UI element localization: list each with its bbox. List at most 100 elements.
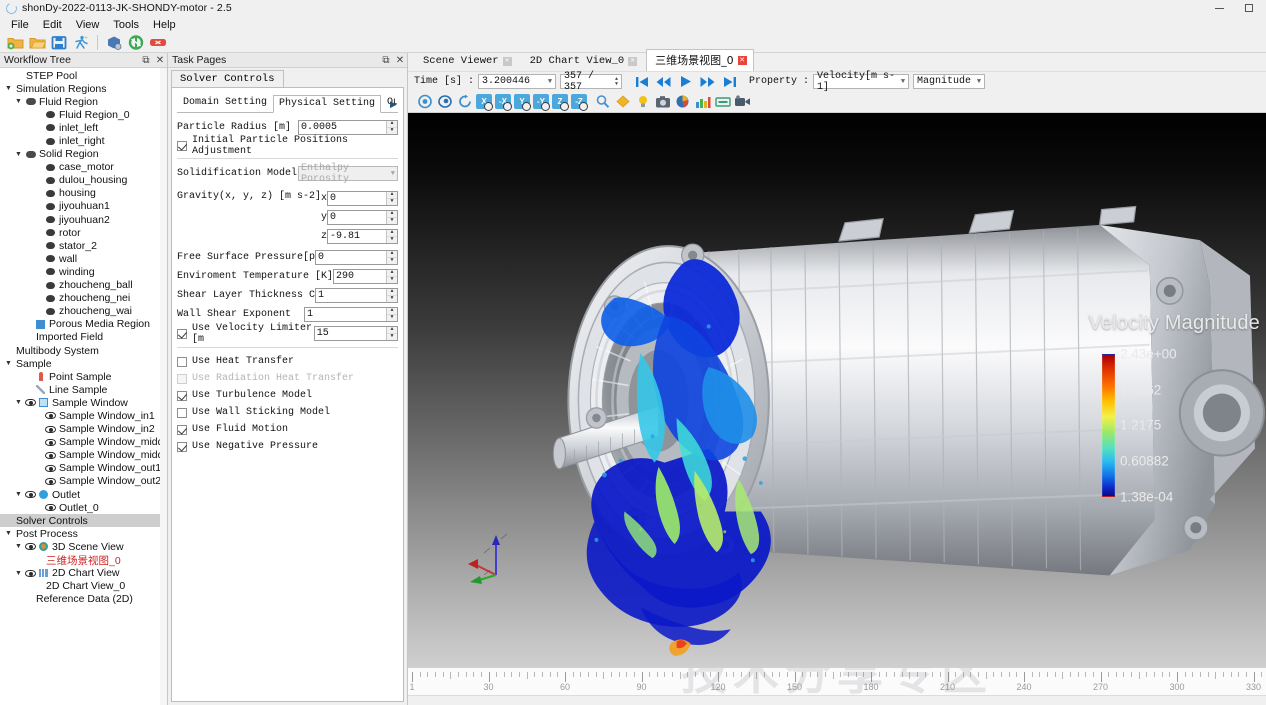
gravity-x-stepper[interactable]: ▲▼ bbox=[327, 191, 398, 206]
horizontal-ruler[interactable]: 1 30 60 90 120 150 180 210 240 270 300 330 技术分享专区 bbox=[408, 667, 1266, 695]
open-project-icon[interactable] bbox=[27, 34, 47, 52]
workflow-tree-float-icon[interactable]: ⧉ bbox=[139, 55, 153, 66]
tree-item-stator-2[interactable]: stator_2 bbox=[0, 239, 167, 252]
tab-2d-chart-view-0[interactable]: 2D Chart View_0 ✕ bbox=[521, 52, 645, 71]
free-surface-pressure-input[interactable] bbox=[316, 251, 386, 264]
tree-twisty-icon[interactable]: ▼ bbox=[13, 151, 24, 158]
tree-item-sample-window-middle2[interactable]: Sample Window_middle2 bbox=[0, 449, 167, 462]
tree-twisty-icon[interactable]: ▼ bbox=[3, 85, 14, 92]
gravity-y-input[interactable] bbox=[328, 211, 386, 224]
tree-twisty-icon[interactable]: ▼ bbox=[13, 570, 24, 577]
tree-item-3d-scene-view[interactable]: ▼ 3D Scene View bbox=[0, 540, 167, 553]
solidification-model-select[interactable]: Enthalpy Porosity ▼ bbox=[298, 163, 398, 185]
environment-temperature-stepper[interactable]: ▲▼ bbox=[333, 269, 398, 284]
wall-shear-exponent-stepper[interactable]: ▲▼ bbox=[304, 307, 398, 322]
tree-item-sample-window-in2[interactable]: Sample Window_in2 bbox=[0, 423, 167, 436]
gravity-y-stepper[interactable]: ▲▼ bbox=[327, 210, 398, 225]
checkbox-use-wall-sticking-model[interactable]: Use Wall Sticking Model bbox=[177, 406, 398, 419]
view-axis-y-button[interactable]: Y bbox=[514, 94, 531, 111]
visibility-eye-icon[interactable] bbox=[25, 399, 36, 407]
tree-item-2d-chart-view-0[interactable]: 2D Chart View_0 bbox=[0, 580, 167, 593]
free-surface-pressure-stepper[interactable]: ▲▼ bbox=[315, 250, 398, 265]
tree-item-outlet[interactable]: ▼ Outlet bbox=[0, 488, 167, 501]
tree-item-step-pool[interactable]: STEP Pool bbox=[0, 69, 167, 82]
tab-scene-viewer-close-icon[interactable]: ✕ bbox=[502, 56, 512, 66]
tree-item-housing[interactable]: housing bbox=[0, 187, 167, 200]
tab-domain-setting[interactable]: Domain Setting bbox=[177, 94, 273, 112]
visibility-eye-icon[interactable] bbox=[45, 425, 56, 433]
clip-plane-icon[interactable] bbox=[614, 93, 631, 110]
shear-layer-thickness-arrows[interactable]: ▲ ▼ bbox=[386, 289, 397, 302]
velocity-limiter-input[interactable] bbox=[314, 327, 386, 340]
menu-tools[interactable]: Tools bbox=[106, 18, 146, 32]
workflow-tree-body[interactable]: STEP Pool ▼ Simulation Regions ▼ Fluid Regio… bbox=[0, 68, 167, 705]
tree-item-sample-window-out1[interactable]: Sample Window_out1 bbox=[0, 462, 167, 475]
rotate-camera-icon[interactable] bbox=[416, 93, 433, 110]
visibility-eye-icon[interactable] bbox=[45, 451, 56, 459]
checkbox-use-heat-transfer[interactable]: Use Heat Transfer bbox=[177, 355, 398, 368]
light-icon[interactable] bbox=[634, 93, 651, 110]
wall-shear-exponent-input[interactable] bbox=[305, 308, 386, 321]
tree-item-zhoucheng-wai[interactable]: zhoucheng_wai bbox=[0, 305, 167, 318]
visibility-eye-icon[interactable] bbox=[45, 477, 56, 485]
stop-icon[interactable] bbox=[148, 34, 168, 52]
tree-twisty-icon[interactable]: ▼ bbox=[3, 360, 14, 367]
tree-item-point-sample[interactable]: Point Sample bbox=[0, 370, 167, 383]
property-select[interactable]: Velocity[m s-1] ▼ bbox=[813, 71, 910, 93]
record-video-icon[interactable] bbox=[734, 93, 751, 110]
tree-item-simulation-regions[interactable]: ▼ Simulation Regions bbox=[0, 82, 167, 95]
visibility-eye-icon[interactable] bbox=[25, 491, 36, 499]
tree-item-solver-controls[interactable]: Solver Controls bbox=[0, 514, 167, 528]
gravity-x-input[interactable] bbox=[328, 192, 386, 205]
velocity-limiter-arrows[interactable]: ▲ ▼ bbox=[386, 327, 397, 340]
tree-item-winding[interactable]: winding bbox=[0, 265, 167, 278]
visibility-eye-icon[interactable] bbox=[25, 569, 36, 577]
menu-edit[interactable]: Edit bbox=[36, 18, 69, 32]
colormap-icon[interactable] bbox=[694, 93, 711, 110]
workflow-tree-scrollbar[interactable] bbox=[160, 68, 167, 705]
initial-particle-positions-checkbox[interactable]: Initial Particle Positions Adjustment bbox=[177, 135, 398, 157]
view-axis-x-button[interactable]: X bbox=[476, 94, 493, 111]
gravity-z-input[interactable] bbox=[328, 230, 386, 243]
run-simulation-icon[interactable] bbox=[71, 34, 91, 52]
visibility-eye-icon[interactable] bbox=[45, 504, 56, 512]
tree-item-line-sample[interactable]: Line Sample bbox=[0, 383, 167, 396]
tree-item-sample-window-out2[interactable]: Sample Window_out2 bbox=[0, 475, 167, 488]
particle-radius-input[interactable] bbox=[299, 121, 386, 134]
tree-item-outlet-0[interactable]: Outlet_0 bbox=[0, 501, 167, 514]
environment-temperature-arrows[interactable]: ▲ ▼ bbox=[386, 270, 397, 283]
color-wheel-icon[interactable] bbox=[674, 93, 691, 110]
gravity-y-arrows[interactable]: ▲ ▼ bbox=[386, 211, 397, 224]
visibility-eye-icon[interactable] bbox=[25, 543, 36, 551]
workflow-tree-close-icon[interactable]: ✕ bbox=[153, 55, 167, 66]
menu-help[interactable]: Help bbox=[146, 18, 183, 32]
3d-scene-canvas[interactable]: Velocity Magnitude 2.43e+00 1.8262 1.2175 0… bbox=[408, 113, 1266, 667]
view-axis-neg-y-button[interactable]: -Y bbox=[533, 94, 550, 111]
frame-stepper[interactable]: 357 / 357 ▲ ▼ bbox=[560, 71, 623, 93]
reset-view-icon[interactable] bbox=[456, 93, 473, 110]
shear-layer-thickness-stepper[interactable]: ▲▼ bbox=[315, 288, 398, 303]
tree-item-porous-media-region[interactable]: Porous Media Region bbox=[0, 318, 167, 331]
frame-stepper-arrows[interactable]: ▲ ▼ bbox=[615, 76, 618, 87]
tree-twisty-icon[interactable]: ▼ bbox=[3, 530, 14, 537]
tree-item-zhoucheng-ball[interactable]: zhoucheng_ball bbox=[0, 279, 167, 292]
maximize-button[interactable] bbox=[1234, 0, 1264, 16]
legend-icon[interactable] bbox=[714, 93, 731, 110]
velocity-limiter-stepper[interactable]: ▲▼ bbox=[313, 326, 398, 341]
pan-camera-icon[interactable] bbox=[436, 93, 453, 110]
particle-radius-arrows[interactable]: ▲ ▼ bbox=[386, 121, 397, 134]
tab-2d-chart-view-0-close-icon[interactable]: ✕ bbox=[628, 56, 638, 66]
tab-3d-scene-view-0-close-icon[interactable]: ✕ bbox=[737, 55, 747, 65]
tree-item-wall[interactable]: wall bbox=[0, 252, 167, 265]
menu-view[interactable]: View bbox=[69, 18, 107, 32]
checkbox-use-fluid-motion[interactable]: Use Fluid Motion bbox=[177, 423, 398, 436]
fast-forward-button[interactable] bbox=[700, 75, 715, 89]
task-pages-close-icon[interactable]: ✕ bbox=[393, 55, 407, 66]
wall-shear-exponent-arrows[interactable]: ▲ ▼ bbox=[386, 308, 397, 321]
tree-item-reference-data-2d[interactable]: Reference Data (2D) bbox=[0, 593, 167, 606]
tree-item-0[interactable]: 三维场景视图_0 bbox=[0, 553, 167, 567]
tree-twisty-icon[interactable]: ▼ bbox=[13, 399, 24, 406]
visibility-eye-icon[interactable] bbox=[45, 412, 56, 420]
menu-file[interactable]: File bbox=[4, 18, 36, 32]
tree-item-sample[interactable]: ▼ Sample bbox=[0, 357, 167, 370]
